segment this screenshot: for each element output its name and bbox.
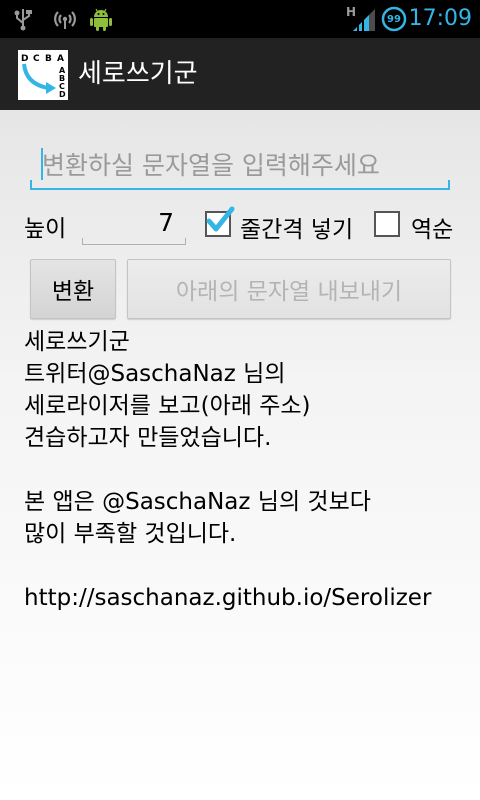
android-debug-icon (88, 0, 114, 38)
output-line: 세로라이저를 보고(아래 주소) (24, 393, 311, 419)
output-line: 많이 부족할 것입니다. (24, 521, 237, 547)
text-cursor (41, 148, 43, 180)
output-line: 견습하고자 만들었습니다. (24, 425, 272, 451)
output-line: 세로쓰기군 (24, 329, 130, 355)
output-link[interactable]: http://saschanaz.github.io/Serolizer (24, 582, 456, 614)
reverse-checkbox[interactable] (374, 211, 400, 237)
convert-button[interactable]: 변환 (30, 259, 116, 319)
logo-letter: B (45, 54, 52, 64)
usb-icon (10, 0, 36, 38)
logo-letter: A (57, 54, 64, 64)
export-button[interactable]: 아래의 문자열 내보내기 (127, 259, 451, 319)
logo-letter: C (33, 54, 40, 64)
battery-level: 99 (387, 13, 401, 25)
clock: 17:09 (408, 6, 472, 31)
reverse-label: 역순 (411, 217, 454, 243)
app-title: 세로쓰기군 (78, 59, 198, 89)
source-text-input[interactable] (40, 144, 444, 186)
output-line: 본 앱은 @SaschaNaz 님의 것보다 (24, 489, 371, 515)
output-text: 세로쓰기군 트위터@SaschaNaz 님의 세로라이저를 보고(아래 주소) … (24, 326, 456, 614)
battery-icon: 99 (380, 0, 408, 38)
signal-bars-icon (352, 0, 376, 38)
height-label: 높이 (24, 216, 67, 242)
logo-letter: D (21, 54, 28, 64)
height-value: 7 (158, 208, 174, 237)
wifi-signal-icon (50, 0, 80, 38)
checkmark-icon (206, 206, 235, 232)
logo-letter: D (59, 90, 66, 99)
line-spacing-checkbox[interactable] (205, 206, 235, 237)
status-bar: H 99 17:09 (0, 0, 480, 38)
height-input[interactable]: 7 (82, 204, 186, 245)
output-line: 트위터@SaschaNaz 님의 (24, 361, 286, 387)
text-input-container (30, 142, 450, 190)
line-spacing-label: 줄간격 넣기 (240, 217, 354, 243)
action-bar: D C B A A B C D 세로쓰기군 (0, 38, 480, 110)
app-logo[interactable]: D C B A A B C D (18, 50, 68, 100)
